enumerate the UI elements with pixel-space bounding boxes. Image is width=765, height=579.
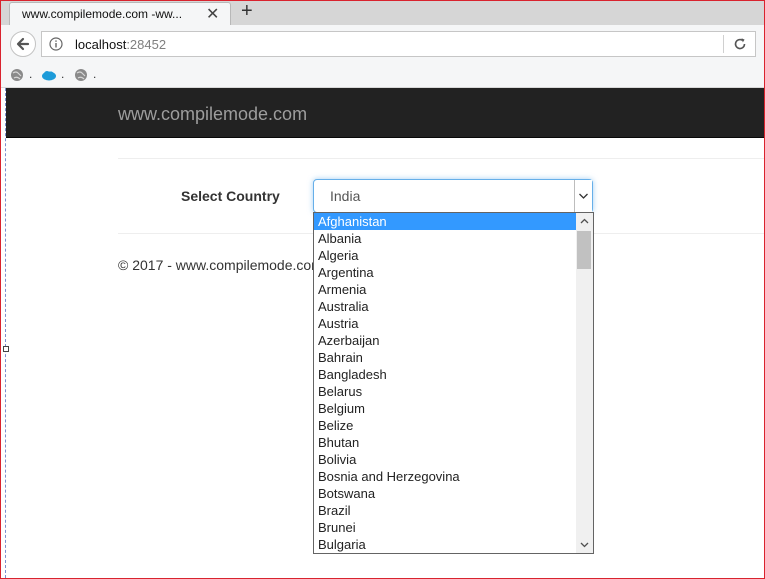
- browser-tab[interactable]: www.compilemode.com -ww... ✕: [9, 2, 231, 25]
- country-option[interactable]: Armenia: [314, 281, 593, 298]
- info-icon[interactable]: [49, 37, 63, 51]
- country-option[interactable]: Bahrain: [314, 349, 593, 366]
- cloud-icon[interactable]: [41, 68, 57, 82]
- country-option[interactable]: Belarus: [314, 383, 593, 400]
- url-host: localhost: [75, 37, 127, 52]
- country-option[interactable]: Bangladesh: [314, 366, 593, 383]
- country-option[interactable]: Argentina: [314, 264, 593, 281]
- country-option[interactable]: Australia: [314, 298, 593, 315]
- globe-icon[interactable]: [74, 68, 88, 82]
- country-option[interactable]: Bosnia and Herzegovina: [314, 468, 593, 485]
- url-separator: [723, 35, 724, 53]
- selected-country: India: [330, 188, 361, 204]
- close-icon[interactable]: ✕: [206, 4, 219, 24]
- page-content: www.compilemode.com Select Country India…: [1, 88, 764, 578]
- plus-icon[interactable]: +: [241, 0, 253, 23]
- select-country-label: Select Country: [181, 188, 280, 204]
- chevron-up-icon[interactable]: [576, 213, 593, 230]
- country-option[interactable]: Bulgaria: [314, 536, 593, 553]
- country-option[interactable]: Bhutan: [314, 434, 593, 451]
- guide-line: [5, 88, 6, 578]
- url-port: :28452: [126, 37, 167, 52]
- chevron-down-icon[interactable]: [576, 536, 593, 553]
- country-select[interactable]: India: [313, 179, 593, 213]
- country-option[interactable]: Brunei: [314, 519, 593, 536]
- dropdown-scrollbar[interactable]: [576, 213, 593, 553]
- divider: [118, 158, 764, 159]
- country-option[interactable]: Bolivia: [314, 451, 593, 468]
- url-text: localhost:28452: [75, 37, 166, 52]
- nav-bar: localhost:28452: [1, 25, 764, 63]
- bookmark-label: .: [93, 67, 97, 81]
- country-option[interactable]: Albania: [314, 230, 593, 247]
- brand-link[interactable]: www.compilemode.com: [118, 104, 307, 125]
- chevron-down-icon: [579, 193, 588, 199]
- footer-copyright: © 2017 - www.compilemode.com: [118, 257, 323, 273]
- back-button[interactable]: [10, 31, 36, 57]
- country-dropdown-list[interactable]: Afghanistan Albania Algeria Argentina Armeni…: [313, 212, 594, 554]
- country-option[interactable]: Belize: [314, 417, 593, 434]
- scrollbar-thumb[interactable]: [577, 231, 591, 269]
- bookmarks-bar: . . .: [1, 63, 764, 88]
- country-option[interactable]: Afghanistan: [314, 213, 593, 230]
- resize-handle[interactable]: [3, 346, 9, 352]
- reload-icon[interactable]: [732, 36, 748, 52]
- address-bar[interactable]: localhost:28452: [41, 31, 756, 57]
- back-arrow-icon: [16, 37, 30, 51]
- option-list: Afghanistan Albania Algeria Argentina Armeni…: [314, 213, 593, 553]
- country-option[interactable]: Azerbaijan: [314, 332, 593, 349]
- country-option[interactable]: Belgium: [314, 400, 593, 417]
- country-option[interactable]: Botswana: [314, 485, 593, 502]
- bookmark-label: .: [61, 67, 65, 81]
- bookmark-label: .: [29, 67, 33, 81]
- site-header: www.compilemode.com: [6, 88, 764, 138]
- tab-strip: www.compilemode.com -ww... ✕ +: [1, 0, 764, 25]
- globe-icon[interactable]: [10, 68, 24, 82]
- country-option[interactable]: Austria: [314, 315, 593, 332]
- select-arrow-button[interactable]: [574, 180, 592, 212]
- tab-title: www.compilemode.com -ww...: [22, 7, 183, 21]
- country-option[interactable]: Brazil: [314, 502, 593, 519]
- country-option[interactable]: Algeria: [314, 247, 593, 264]
